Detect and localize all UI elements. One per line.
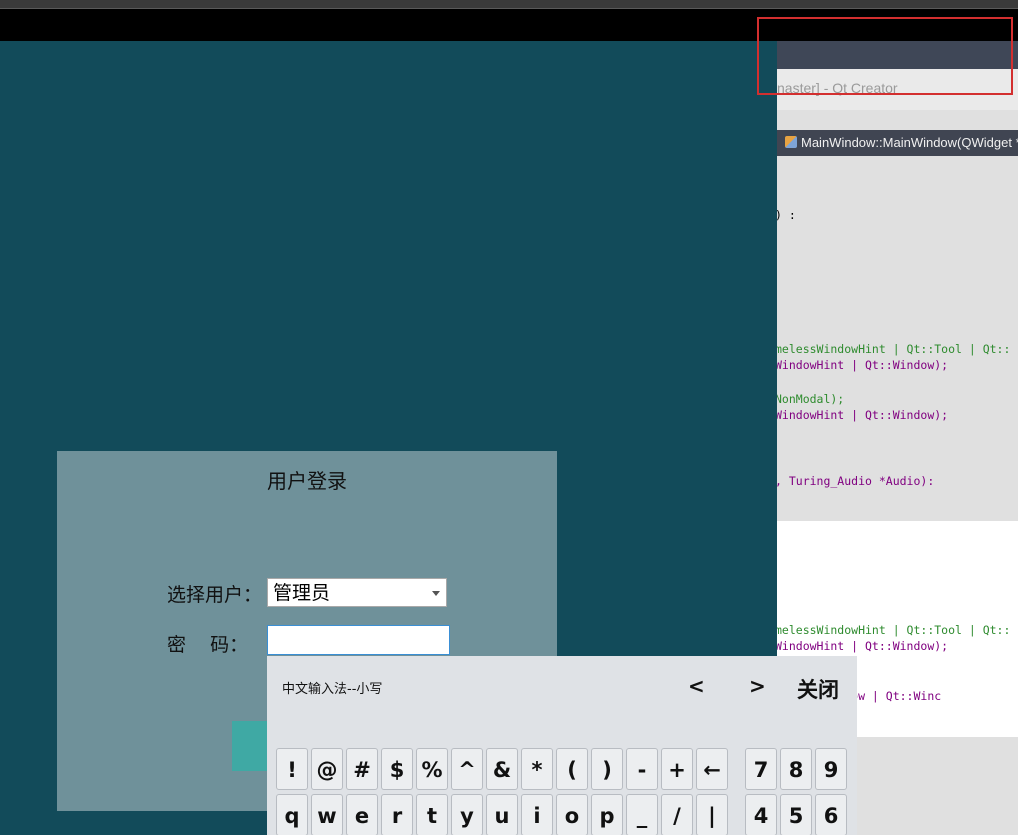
keyboard-key[interactable]: ( <box>556 748 588 790</box>
keyboard-key[interactable]: _ <box>626 794 658 835</box>
select-user-label: 选择用户： <box>167 584 263 606</box>
highlight-annotation-box <box>757 17 1013 95</box>
keyboard-key[interactable]: p <box>591 794 623 835</box>
editor-tab-label: MainWindow::MainWindow(QWidget * <box>801 135 1018 150</box>
login-button[interactable] <box>232 721 272 771</box>
numpad-key[interactable]: 9 <box>815 748 847 790</box>
keyboard-key[interactable]: + <box>661 748 693 790</box>
keyboard-key[interactable]: t <box>416 794 448 835</box>
code-editor-region[interactable]: ) : melessWindowHint | Qt::Tool | Qt:: W… <box>777 156 1018 521</box>
dropdown-arrow-icon <box>432 591 440 596</box>
password-input[interactable] <box>267 625 450 655</box>
code-line: WindowHint | Qt::Window); <box>777 408 949 422</box>
os-top-bar <box>0 0 1018 9</box>
next-page-button[interactable]: > <box>749 674 766 698</box>
keyboard-key[interactable]: | <box>696 794 728 835</box>
code-line: , Turing_Audio *Audio): <box>777 474 935 488</box>
keyboard-key[interactable]: r <box>381 794 413 835</box>
class-icon <box>785 136 797 148</box>
code-line: ) : <box>777 208 796 222</box>
keyboard-key[interactable]: # <box>346 748 378 790</box>
keyboard-key[interactable]: i <box>521 794 553 835</box>
user-select-dropdown[interactable]: 管理员 <box>267 578 447 607</box>
prev-page-button[interactable]: < <box>688 674 705 698</box>
keyboard-key[interactable]: ! <box>276 748 308 790</box>
numpad-key[interactable]: 7 <box>745 748 777 790</box>
code-line: melessWindowHint | Qt::Tool | Qt:: <box>777 342 1011 356</box>
keyboard-key[interactable]: e <box>346 794 378 835</box>
keyboard-key[interactable]: o <box>556 794 588 835</box>
close-keyboard-button[interactable]: 关闭 <box>797 674 839 704</box>
keyboard-key[interactable]: $ <box>381 748 413 790</box>
keyboard-key[interactable]: / <box>661 794 693 835</box>
keyboard-key[interactable]: w <box>311 794 343 835</box>
keyboard-key[interactable]: * <box>521 748 553 790</box>
code-line: WindowHint | Qt::Window); <box>777 639 949 653</box>
keyboard-key[interactable]: & <box>486 748 518 790</box>
keyboard-key[interactable]: ← <box>696 748 728 790</box>
numpad-key[interactable]: 8 <box>780 748 812 790</box>
editor-tab[interactable]: MainWindow::MainWindow(QWidget * <box>777 130 1018 156</box>
keyboard-key[interactable]: ) <box>591 748 623 790</box>
numpad-key[interactable]: 4 <box>745 794 777 835</box>
keyboard-key[interactable]: % <box>416 748 448 790</box>
numpad-key[interactable]: 5 <box>780 794 812 835</box>
password-label: 密 码： <box>167 634 249 656</box>
code-line: WindowHint | Qt::Window); <box>777 358 949 372</box>
code-line: melessWindowHint | Qt::Tool | Qt:: <box>777 623 1011 637</box>
keyboard-key[interactable]: ^ <box>451 748 483 790</box>
code-line: NonModal); <box>777 392 845 406</box>
numpad-key[interactable]: 6 <box>815 794 847 835</box>
input-mode-label: 中文输入法--小写 <box>282 682 383 697</box>
keyboard-key[interactable]: u <box>486 794 518 835</box>
keyboard-key[interactable]: - <box>626 748 658 790</box>
user-select-value: 管理员 <box>273 582 331 604</box>
login-title: 用户登录 <box>267 469 347 493</box>
keyboard-key[interactable]: @ <box>311 748 343 790</box>
keyboard-key[interactable]: q <box>276 794 308 835</box>
soft-keyboard: 中文输入法--小写 < > 关闭 ! @ # $% ^ & *() - + ← 7 8 9 q w e r t y u… <box>267 656 857 835</box>
keyboard-key[interactable]: y <box>451 794 483 835</box>
